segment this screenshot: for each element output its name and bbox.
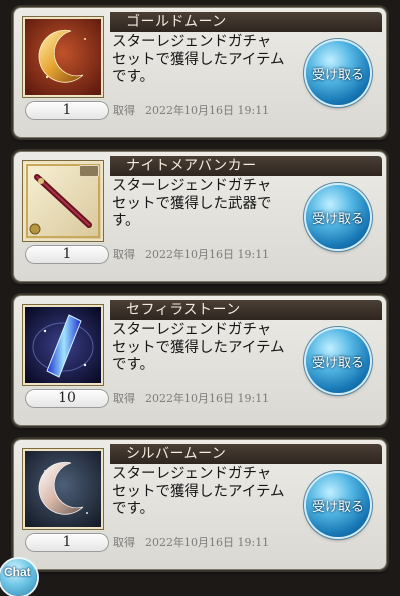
receive-button[interactable]: 受け取る (306, 185, 370, 249)
acquired-info: 取得 2022年10月16日 19:11 (113, 248, 269, 262)
receive-button[interactable]: 受け取る (306, 329, 370, 393)
item-name-bar: ゴールドムーン (110, 12, 382, 32)
silver-moon-icon (23, 449, 103, 529)
gift-item-card: シルバームーン スターレジェンドガチャ セットで獲得したアイテム です。 1 取… (14, 440, 386, 569)
item-name-bar: ナイトメアバンカー (110, 156, 382, 176)
quantity-badge: 1 (25, 101, 109, 120)
gift-item-card: ゴールドムーン スターレジェンドガチャ セットで獲得したアイテム です。 1 取… (14, 8, 386, 137)
receive-button[interactable]: 受け取る (306, 41, 370, 105)
quantity-badge: 1 (25, 245, 109, 264)
acquired-date: 2022年10月16日 19:11 (145, 104, 270, 117)
item-description: スターレジェンドガチャ セットで獲得したアイテム です。 (112, 322, 285, 373)
acquired-info: 取得 2022年10月16日 19:11 (113, 104, 269, 118)
quantity-badge: 1 (25, 533, 109, 552)
item-description: スターレジェンドガチャ セットで獲得したアイテム です。 (112, 34, 285, 85)
nightmare-banker-weapon-icon (23, 161, 103, 241)
acquired-info: 取得 2022年10月16日 19:11 (113, 536, 269, 550)
item-name: ナイトメアバンカー (126, 158, 257, 174)
quantity-badge: 10 (25, 389, 109, 408)
chat-icon: Chat (4, 565, 31, 579)
item-name-bar: シルバームーン (110, 444, 382, 464)
item-name-bar: セフィラストーン (110, 300, 382, 320)
acquired-info: 取得 2022年10月16日 19:11 (113, 392, 269, 406)
gift-item-card: ナイトメアバンカー スターレジェンドガチャ セットで獲得した武器で す。 1 取… (14, 152, 386, 281)
gift-list: ゴールドムーン スターレジェンドガチャ セットで獲得したアイテム です。 1 取… (0, 0, 400, 583)
item-name: ゴールドムーン (126, 14, 227, 30)
acquired-date: 2022年10月16日 19:11 (145, 536, 270, 549)
acquired-label: 取得 (113, 104, 135, 117)
acquired-label: 取得 (113, 392, 135, 405)
item-description: スターレジェンドガチャ セットで獲得した武器で す。 (112, 178, 272, 229)
rarity-badge (79, 165, 99, 177)
chat-button[interactable]: Chat (0, 559, 37, 596)
gift-item-card: セフィラストーン スターレジェンドガチャ セットで獲得したアイテム です。 10… (14, 296, 386, 425)
sephira-stone-icon (23, 305, 103, 385)
acquired-label: 取得 (113, 248, 135, 261)
acquired-label: 取得 (113, 536, 135, 549)
acquired-date: 2022年10月16日 19:11 (145, 392, 270, 405)
receive-button[interactable]: 受け取る (306, 473, 370, 537)
acquired-date: 2022年10月16日 19:11 (145, 248, 270, 261)
item-name: セフィラストーン (126, 302, 241, 318)
gold-moon-icon (23, 17, 103, 97)
item-name: シルバームーン (126, 446, 227, 462)
item-description: スターレジェンドガチャ セットで獲得したアイテム です。 (112, 466, 285, 517)
